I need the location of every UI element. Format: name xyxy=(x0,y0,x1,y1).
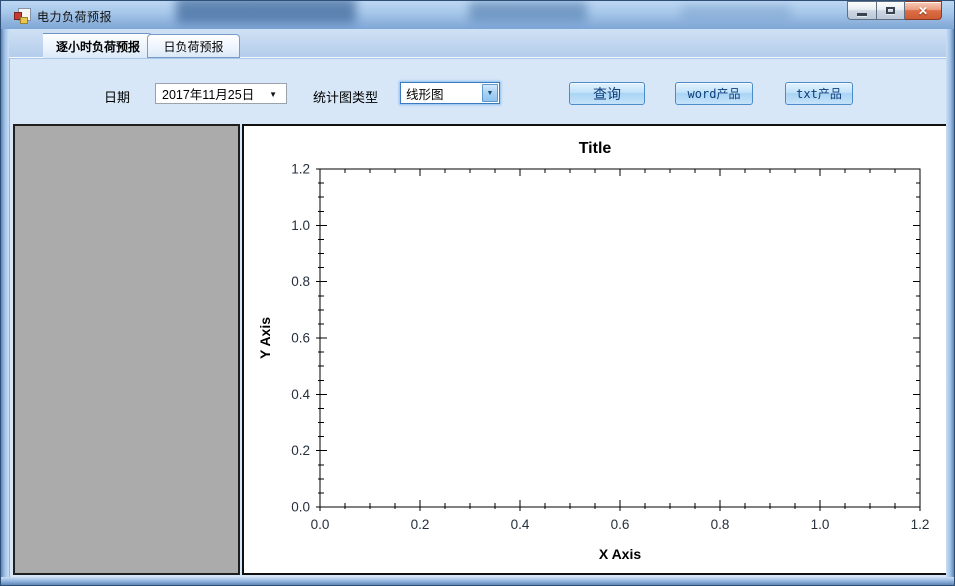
x-tick-label: 0.8 xyxy=(711,517,730,532)
combo-dropdown-button[interactable]: ▼ xyxy=(482,84,498,102)
window-controls: ✕ xyxy=(847,1,942,21)
titlebar: 电力负荷预报 ✕ xyxy=(1,1,954,29)
date-picker[interactable]: 2017年11月25日 ▼ xyxy=(155,83,287,104)
tab-hourly-forecast[interactable]: 逐小时负荷预报 xyxy=(43,33,154,59)
y-tick-label: 0.4 xyxy=(291,387,310,402)
tab-hourly-label: 逐小时负荷预报 xyxy=(55,40,140,54)
maximize-icon xyxy=(886,7,895,14)
y-tick-label: 0.6 xyxy=(291,331,310,346)
window-border-left xyxy=(1,29,9,579)
txt-export-button[interactable]: txt产品 xyxy=(785,82,853,105)
chart-canvas: 0.0 0.2 0.4 0.6 0.8 1.0 1.2 0.0 0.2 0.4 0.6 0.8 1.0 1… xyxy=(257,140,930,562)
tab-daily-label: 日负荷预报 xyxy=(163,39,224,54)
chart-type-select[interactable]: 线形图 ▼ xyxy=(400,82,500,104)
chart-type-label: 统计图类型 xyxy=(313,90,379,105)
chart-title: Title xyxy=(579,140,612,157)
date-picker-value: 2017年11月25日 xyxy=(162,88,255,102)
titlebar-artifact xyxy=(681,5,791,19)
titlebar-artifact xyxy=(469,1,587,21)
y-tick-label: 0.0 xyxy=(291,500,310,515)
date-label: 日期 xyxy=(104,90,131,105)
y-axis-title: Y Axis xyxy=(257,317,273,359)
x-tick-label: 0.4 xyxy=(511,517,530,532)
tab-page-hourly: 日期 2017年11月25日 ▼ 统计图类型 线形图 ▼ 查询 word产品 t… xyxy=(9,58,948,579)
tab-daily-forecast[interactable]: 日负荷预报 xyxy=(147,34,240,58)
data-grid-panel xyxy=(13,124,240,575)
x-tick-label: 1.2 xyxy=(911,517,930,532)
x-tick-label: 0.2 xyxy=(411,517,430,532)
plot-area xyxy=(319,168,921,508)
chevron-down-icon: ▼ xyxy=(486,89,494,97)
app-window: 电力负荷预报 ✕ 逐小时负荷预报 日负荷预报 日期 2017年11月25日 ▼ … xyxy=(0,0,955,586)
close-button[interactable]: ✕ xyxy=(905,1,942,20)
word-export-button[interactable]: word产品 xyxy=(675,82,753,105)
date-dropdown-arrow-icon[interactable]: ▼ xyxy=(269,90,277,99)
y-tick-label: 1.2 xyxy=(291,162,310,177)
x-tick-label: 1.0 xyxy=(811,517,830,532)
chart-type-value: 线形图 xyxy=(406,87,444,102)
x-axis-title: X Axis xyxy=(599,546,641,562)
minimize-button[interactable] xyxy=(847,1,876,20)
query-button[interactable]: 查询 xyxy=(569,82,645,105)
window-title: 电力负荷预报 xyxy=(37,10,113,24)
app-icon xyxy=(14,8,31,24)
y-tick-label: 0.2 xyxy=(291,443,310,458)
y-tick-label: 0.8 xyxy=(291,274,310,289)
maximize-button[interactable] xyxy=(876,1,905,20)
window-border-right xyxy=(946,29,954,579)
close-icon: ✕ xyxy=(917,3,929,18)
chart-panel: 0.0 0.2 0.4 0.6 0.8 1.0 1.2 0.0 0.2 0.4 0.6 0.8 1.0 1… xyxy=(242,124,948,575)
titlebar-artifact xyxy=(176,1,356,23)
window-border-bottom xyxy=(1,577,954,585)
x-tick-label: 0.6 xyxy=(611,517,630,532)
tab-strip: 逐小时负荷预报 日负荷预报 xyxy=(9,29,948,59)
minimize-icon xyxy=(857,12,867,16)
x-tick-label: 0.0 xyxy=(311,517,330,532)
y-tick-label: 1.0 xyxy=(291,218,310,233)
